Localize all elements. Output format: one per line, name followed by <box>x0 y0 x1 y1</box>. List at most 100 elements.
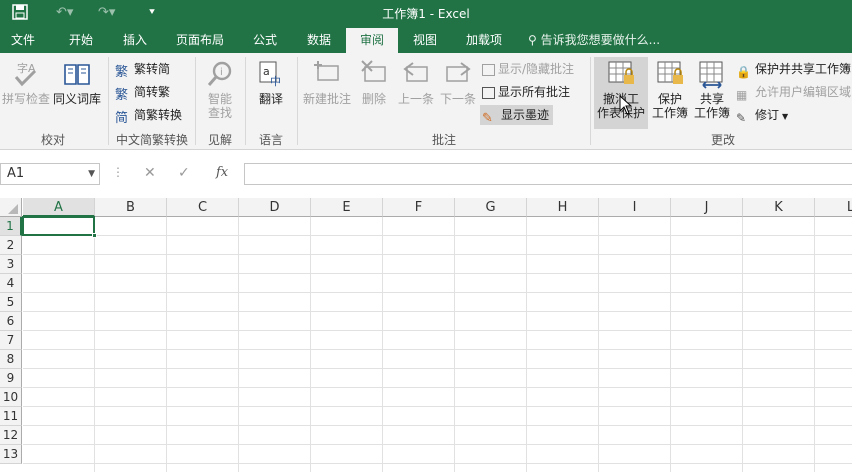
gridline-vertical <box>742 217 743 472</box>
spelling-button[interactable]: 字A 拼写检查 <box>2 59 50 106</box>
unprotect-sheet-button[interactable]: 撤消工 作表保护 <box>594 57 648 129</box>
translate-button[interactable]: a中 翻译 <box>250 59 292 106</box>
gridline-horizontal <box>23 273 852 274</box>
row-header[interactable]: 5 <box>0 293 22 312</box>
row-header[interactable]: 8 <box>0 350 22 369</box>
new-comment-button[interactable]: 新建批注 <box>300 59 354 106</box>
column-header[interactable]: F <box>383 198 455 217</box>
column-header[interactable]: E <box>311 198 383 217</box>
share-workbook-icon <box>699 61 723 89</box>
gridline-vertical <box>454 217 455 472</box>
row-header[interactable]: 4 <box>0 274 22 293</box>
row-header[interactable]: 2 <box>0 236 22 255</box>
column-header[interactable]: A <box>23 198 95 217</box>
column-header[interactable]: K <box>743 198 815 217</box>
next-comment-icon <box>446 62 471 82</box>
name-box[interactable]: A1 ▼ <box>0 163 100 185</box>
track-changes-button[interactable]: ✎ 修订 ▼ <box>736 105 788 125</box>
workbook-lock-icon <box>657 61 683 84</box>
previous-comment-button[interactable]: 上一条 <box>396 59 436 106</box>
row-header[interactable]: 1 <box>0 217 22 236</box>
select-all-corner[interactable] <box>0 198 22 217</box>
column-header[interactable]: J <box>671 198 743 217</box>
group-label-changes: 更改 <box>710 133 735 147</box>
group-label-comments: 批注 <box>431 133 456 147</box>
traditional-to-simplified-button[interactable]: 繁繁转简 <box>115 59 170 80</box>
allow-edit-ranges-button[interactable]: ▦ 允许用户编辑区域 <box>736 82 851 102</box>
simplified-to-traditional-button[interactable]: 繁简转繁 <box>115 82 170 103</box>
tab-insert[interactable]: 插入 <box>110 28 160 53</box>
show-all-comments-button[interactable]: 显示所有批注 <box>482 82 570 102</box>
row-header[interactable]: 9 <box>0 369 22 388</box>
fill-handle[interactable] <box>92 233 97 238</box>
row-header[interactable]: 10 <box>0 388 22 407</box>
protect-share-workbook-button[interactable]: 🔒 保护并共享工作簿 <box>736 59 851 79</box>
tab-view[interactable]: 视图 <box>400 28 450 53</box>
gridline-horizontal <box>23 425 852 426</box>
delete-comment-button[interactable]: 删除 <box>356 59 392 106</box>
formula-input[interactable] <box>244 163 852 185</box>
tab-file[interactable]: 文件 <box>0 28 46 53</box>
tell-me-box[interactable]: ⚲ 告诉我您想要做什么... <box>528 28 660 53</box>
row-header[interactable]: 12 <box>0 426 22 445</box>
gridline-horizontal <box>23 349 852 350</box>
t2s-icon: 繁 <box>115 65 129 80</box>
column-header[interactable]: C <box>167 198 239 217</box>
share-workbook-button[interactable]: 共享 工作簿 <box>692 59 732 120</box>
group-separator <box>590 57 591 145</box>
column-header[interactable]: I <box>599 198 671 217</box>
ink-icon: ✎ <box>482 111 493 126</box>
tab-data[interactable]: 数据 <box>294 28 344 53</box>
group-label-chinese: 中文简繁转换 <box>115 133 188 147</box>
chevron-down-icon: ▼ <box>782 112 789 121</box>
mouse-cursor-icon <box>619 95 633 115</box>
row-header[interactable]: 11 <box>0 407 22 426</box>
row-header[interactable]: 6 <box>0 312 22 331</box>
cancel-icon[interactable]: ✕ <box>144 165 156 181</box>
show-hide-comment-button[interactable]: 显示/隐藏批注 <box>482 59 574 79</box>
gridline-horizontal <box>23 444 852 445</box>
smart-lookup-button[interactable]: i 智能 查找 <box>198 59 242 120</box>
show-ink-button[interactable]: ✎ 显示墨迹 <box>480 105 554 126</box>
tab-formulas[interactable]: 公式 <box>240 28 290 53</box>
gridline-vertical <box>598 217 599 472</box>
selected-cell[interactable] <box>22 216 95 236</box>
gridline-horizontal <box>23 463 852 464</box>
row-header[interactable]: 3 <box>0 255 22 274</box>
enter-check-icon[interactable]: ✓ <box>178 165 190 181</box>
chevron-down-icon[interactable]: ▼ <box>88 164 95 184</box>
svg-text:i: i <box>220 67 223 78</box>
next-comment-button[interactable]: 下一条 <box>438 59 478 106</box>
row-header[interactable]: 7 <box>0 331 22 350</box>
worksheet-grid[interactable]: ABCDEFGHIJKL 1 2 3 4 5 6 7 8 9 10 11 12 13 <box>0 198 852 472</box>
thesaurus-button[interactable]: 同义词库 <box>52 59 102 106</box>
gridline-vertical <box>166 217 167 472</box>
svg-text:a: a <box>263 65 270 78</box>
protect-workbook-button[interactable]: 保护 工作簿 <box>650 59 690 120</box>
column-header[interactable]: D <box>239 198 311 217</box>
svg-text:中: 中 <box>270 75 281 88</box>
group-separator <box>297 57 298 145</box>
column-header[interactable]: B <box>95 198 167 217</box>
tab-page-layout[interactable]: 页面布局 <box>168 28 232 53</box>
gridline-vertical <box>94 217 95 472</box>
gridline-horizontal <box>23 406 852 407</box>
column-header[interactable]: L <box>815 198 852 217</box>
tab-review[interactable]: 审阅 <box>346 28 398 53</box>
gridline-horizontal <box>23 387 852 388</box>
spelling-icon: 字A <box>14 61 37 87</box>
protect-share-icon: 🔒 <box>736 65 751 79</box>
row-header[interactable]: 13 <box>0 445 22 464</box>
tab-addins[interactable]: 加载项 <box>456 28 512 53</box>
column-header[interactable]: G <box>455 198 527 217</box>
translate-icon: a中 <box>259 61 281 88</box>
chinese-conversion-button[interactable]: 简简繁转换 <box>115 105 182 126</box>
group-separator <box>108 57 109 145</box>
ribbon: 字A 拼写检查 同义词库 校对 繁繁转简 繁简转繁 简简繁转换 中文简繁转换 i… <box>0 53 852 150</box>
column-header[interactable]: H <box>527 198 599 217</box>
lightbulb-icon: ⚲ <box>528 33 537 47</box>
insert-function-icon[interactable]: fx <box>216 165 228 180</box>
gridline-horizontal <box>23 368 852 369</box>
show-hide-comment-icon <box>482 64 495 76</box>
tab-home[interactable]: 开始 <box>56 28 106 53</box>
